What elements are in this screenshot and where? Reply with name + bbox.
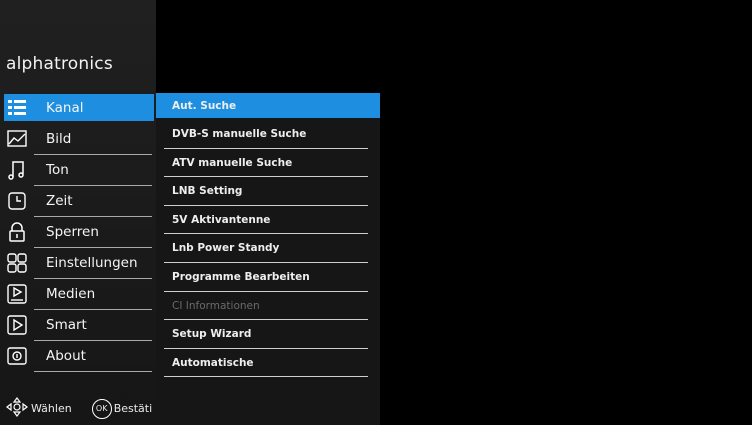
media-icon: [6, 283, 28, 305]
menu-item-smart[interactable]: Smart: [4, 311, 154, 341]
menu-label: Einstellungen: [46, 254, 138, 271]
menu-label: Medien: [46, 285, 96, 302]
nav-hint-label: Wählen: [31, 402, 72, 415]
submenu-item-lnb-power-standby[interactable]: Lnb Power Standy: [156, 236, 380, 263]
menu-label: About: [46, 347, 86, 364]
menu-label: Sperren: [46, 223, 99, 240]
music-note-icon: [6, 159, 28, 181]
submenu-item-ci-info: CI Informationen: [156, 293, 380, 321]
play-icon: [6, 314, 28, 336]
menu-item-zeit[interactable]: Zeit: [4, 187, 154, 217]
footer-hints: Wählen OK Bestäti: [6, 397, 152, 420]
menu-item-bild[interactable]: Bild: [4, 125, 154, 155]
submenu-item-dvbs-manual-search[interactable]: DVB-S manuelle Suche: [156, 122, 380, 149]
menu-item-medien[interactable]: Medien: [4, 280, 154, 310]
menu-label: Kanal: [46, 99, 84, 116]
submenu-panel: Aut. Suche DVB-S manuelle Suche ATV manu…: [156, 93, 380, 425]
menu-label: Bild: [46, 130, 72, 147]
info-icon: [6, 345, 28, 367]
brand-logo: alphatronics: [6, 54, 113, 74]
submenu-item-atv-manual-search[interactable]: ATV manuelle Suche: [156, 150, 380, 178]
grid-icon: [6, 252, 28, 274]
dpad-icon: [6, 397, 28, 420]
ok-hint-label: Bestäti: [113, 402, 153, 415]
ok-button-icon: OK: [91, 398, 112, 419]
picture-icon: [6, 128, 28, 150]
lock-icon: [6, 221, 28, 243]
menu-item-about[interactable]: About: [4, 342, 154, 372]
menu-item-kanal[interactable]: Kanal: [4, 94, 154, 121]
submenu-item-edit-programs[interactable]: Programme Bearbeiten: [156, 265, 380, 292]
submenu-list: Aut. Suche DVB-S manuelle Suche ATV manu…: [156, 93, 380, 378]
list-icon: [6, 97, 28, 119]
submenu-item-5v-active-antenna[interactable]: 5V Aktivantenne: [156, 207, 380, 235]
clock-icon: [6, 190, 28, 212]
menu-label: Zeit: [46, 192, 73, 209]
menu-item-ton[interactable]: Ton: [4, 156, 154, 186]
menu-label: Ton: [46, 161, 69, 178]
menu-item-sperren[interactable]: Sperren: [4, 218, 154, 248]
submenu-item-aut-suche[interactable]: Aut. Suche: [156, 93, 380, 118]
submenu-item-setup-wizard[interactable]: Setup Wizard: [156, 322, 380, 349]
main-menu: Kanal Bild Ton Zeit Sperren Einstellunge…: [4, 94, 154, 373]
submenu-item-lnb-setting[interactable]: LNB Setting: [156, 179, 380, 206]
menu-label: Smart: [46, 316, 87, 333]
left-panel: alphatronics Kanal Bild Ton Zeit Sperren…: [0, 0, 156, 425]
menu-item-einstellungen[interactable]: Einstellungen: [4, 249, 154, 279]
submenu-item-automatic[interactable]: Automatische: [156, 350, 380, 378]
ok-badge: OK: [95, 404, 108, 413]
